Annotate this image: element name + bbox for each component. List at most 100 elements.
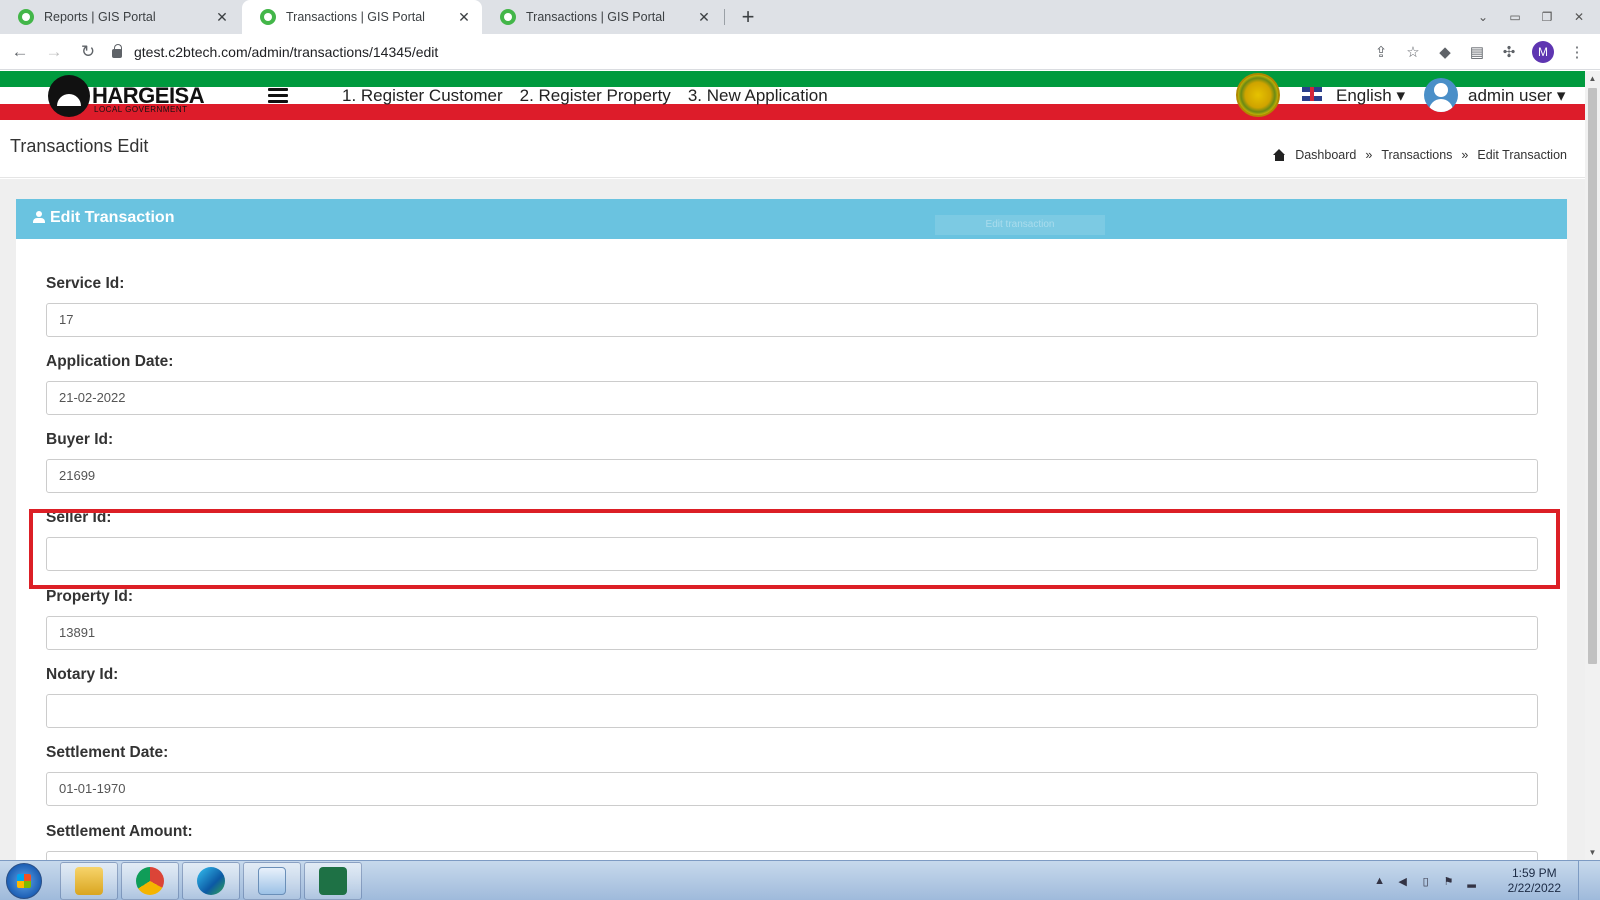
taskbar-excel[interactable] (304, 862, 362, 900)
tray-expand-icon[interactable]: ▲ (1373, 875, 1387, 887)
browser-menu-icon[interactable]: ⋮ (1568, 43, 1586, 61)
panel-header: Edit Transaction Edit transaction (16, 199, 1567, 239)
field-label: Seller Id: (46, 509, 112, 526)
flag-stripe-red (0, 104, 1585, 120)
field-property-id: Property Id: 13891 (46, 588, 1538, 650)
chrome-icon (136, 867, 164, 895)
seller-id-input[interactable] (46, 537, 1538, 571)
show-desktop-button[interactable] (1578, 861, 1590, 900)
system-clock[interactable]: 1:59 PM 2/22/2022 (1508, 866, 1561, 896)
ghost-button[interactable]: Edit transaction (935, 215, 1105, 235)
field-label: Settlement Amount: (46, 823, 193, 840)
network-flag-icon[interactable]: ⚑ (1442, 875, 1456, 888)
tab-title: Transactions | GIS Portal (526, 10, 665, 24)
settlement-date-input[interactable]: 01-01-1970 (46, 772, 1538, 806)
tab-title: Reports | GIS Portal (44, 10, 156, 24)
profile-avatar[interactable]: M (1532, 41, 1554, 63)
brand-subtitle: LOCAL GOVERNMENT (94, 105, 188, 114)
user-dropdown[interactable]: admin user ▾ (1468, 86, 1565, 106)
uk-flag-icon (1302, 87, 1322, 101)
language-label: English (1336, 86, 1392, 105)
notary-id-input[interactable] (46, 694, 1538, 728)
clock-date: 2/22/2022 (1507, 881, 1561, 895)
notepad-icon (258, 867, 286, 895)
hargeisa-logo-icon[interactable] (48, 75, 90, 117)
forward-arrow-icon[interactable]: → (40, 38, 68, 66)
edge-icon (197, 867, 225, 895)
tab-close-icon[interactable]: ✕ (456, 9, 472, 26)
service-id-input[interactable]: 17 (46, 303, 1538, 337)
taskbar-chrome[interactable] (121, 862, 179, 900)
gis-portal-favicon-icon (18, 9, 34, 25)
language-dropdown[interactable]: English ▾ (1336, 86, 1405, 106)
tab-search-chevron-icon[interactable]: ⌄ (1474, 10, 1492, 24)
user-icon (33, 211, 45, 223)
system-tray: ▲ ◀ ▯ ⚑ ▂ 1:59 PM 2/22/2022 (1373, 861, 1590, 900)
window-close-icon[interactable]: ✕ (1570, 10, 1588, 24)
reload-icon[interactable]: ↻ (74, 38, 102, 66)
breadcrumb-dashboard[interactable]: Dashboard (1295, 148, 1356, 162)
field-buyer-id: Buyer Id: 21699 (46, 431, 1538, 493)
field-label: Settlement Date: (46, 744, 169, 761)
field-label: Service Id: (46, 275, 125, 292)
volume-muted-icon[interactable]: ◀ (1396, 875, 1410, 888)
tab-title: Transactions | GIS Portal (286, 10, 425, 24)
restore-icon[interactable]: ❐ (1538, 10, 1556, 24)
file-explorer-icon (75, 867, 103, 895)
property-id-input[interactable]: 13891 (46, 616, 1538, 650)
caret-down-icon: ▾ (1396, 86, 1406, 105)
taskbar-edge[interactable] (182, 862, 240, 900)
content-area: Edit Transaction Edit transaction Servic… (0, 179, 1585, 885)
screen: Reports | GIS Portal ✕ Transactions | GI… (0, 0, 1600, 900)
field-label: Buyer Id: (46, 431, 114, 448)
field-settlement-date: Settlement Date: 01-01-1970 (46, 744, 1538, 806)
buyer-id-input[interactable]: 21699 (46, 459, 1538, 493)
breadcrumb-edit-transaction: Edit Transaction (1477, 148, 1567, 162)
taskbar-notepad[interactable] (243, 862, 301, 900)
minimize-icon[interactable]: ▭ (1506, 10, 1524, 24)
site-header: HARGEISA LOCAL GOVERNMENT 1. Register Cu… (0, 71, 1585, 120)
flag-stripe-green (0, 71, 1585, 87)
browser-tab-reports[interactable]: Reports | GIS Portal ✕ (0, 0, 240, 34)
field-application-date: Application Date: 21-02-2022 (46, 353, 1538, 415)
extension-shield-icon[interactable]: ◆ (1436, 43, 1454, 61)
scrollbar-thumb[interactable] (1588, 88, 1597, 664)
panel-title: Edit Transaction (50, 209, 175, 226)
gis-portal-favicon-icon (260, 9, 276, 25)
government-seal-icon (1236, 73, 1280, 117)
browser-tab-transactions-active[interactable]: Transactions | GIS Portal ✕ (242, 0, 482, 34)
share-icon[interactable]: ⇪ (1372, 43, 1390, 61)
breadcrumb-transactions[interactable]: Transactions (1381, 148, 1452, 162)
application-date-input[interactable]: 21-02-2022 (46, 381, 1538, 415)
signal-icon[interactable]: ▂ (1465, 875, 1479, 888)
scroll-up-arrow-icon[interactable]: ▲ (1585, 71, 1600, 86)
page-scrollbar[interactable]: ▲ ▼ (1585, 71, 1600, 860)
extensions-puzzle-icon[interactable]: ✣ (1500, 43, 1518, 61)
breadcrumb: Dashboard » Transactions » Edit Transact… (1273, 148, 1567, 162)
window-controls: ⌄ ▭ ❐ ✕ (1474, 0, 1600, 34)
user-name: admin user (1468, 86, 1553, 105)
extension-clipboard-icon[interactable]: ▤ (1468, 43, 1486, 61)
battery-icon[interactable]: ▯ (1419, 875, 1433, 888)
address-bar[interactable]: gtest.c2btech.com/admin/transactions/143… (112, 38, 438, 66)
field-notary-id: Notary Id: (46, 666, 1538, 728)
scroll-down-arrow-icon[interactable]: ▼ (1585, 845, 1600, 860)
taskbar-file-explorer[interactable] (60, 862, 118, 900)
breadcrumb-separator: » (1365, 148, 1373, 162)
user-avatar[interactable] (1424, 78, 1458, 112)
bookmark-star-icon[interactable]: ☆ (1404, 43, 1422, 61)
menu-register-property[interactable]: 2. Register Property (520, 86, 671, 106)
caret-down-icon: ▾ (1556, 86, 1566, 105)
tab-close-icon[interactable]: ✕ (214, 9, 230, 26)
toolbar-actions: ⇪ ☆ ◆ ▤ ✣ M ⋮ (1372, 38, 1586, 66)
start-button[interactable] (6, 863, 42, 899)
back-arrow-icon[interactable]: ← (6, 38, 34, 66)
browser-tab-transactions[interactable]: Transactions | GIS Portal ✕ (482, 0, 722, 34)
hamburger-menu-icon[interactable] (268, 88, 288, 103)
menu-register-customer[interactable]: 1. Register Customer (342, 86, 503, 106)
new-tab-button[interactable]: + (736, 5, 760, 29)
tab-close-icon[interactable]: ✕ (696, 9, 712, 26)
menu-new-application[interactable]: 3. New Application (688, 86, 828, 106)
page-heading-bar: Transactions Edit Dashboard » Transactio… (0, 120, 1585, 178)
clock-time: 1:59 PM (1511, 866, 1557, 880)
